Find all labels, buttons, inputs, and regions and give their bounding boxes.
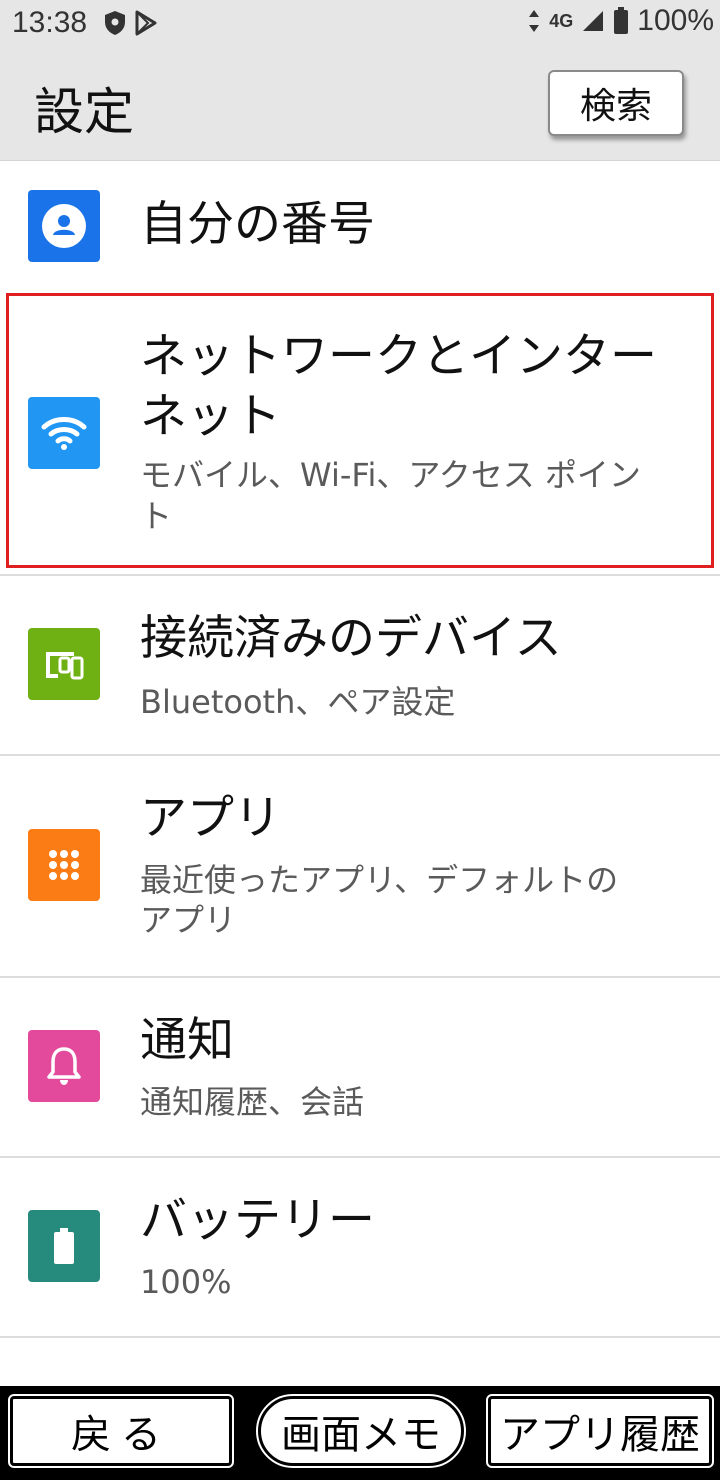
signal-icon [583, 11, 604, 31]
back-button[interactable]: 戻る [8, 1394, 234, 1468]
divider [0, 1336, 720, 1338]
search-button[interactable]: 検索 [548, 70, 684, 136]
settings-item-subtitle: 100% [140, 1263, 232, 1301]
highlight-box [6, 293, 714, 568]
network-type: 4G [549, 10, 574, 31]
settings-item-battery[interactable]: バッテリー 100% [0, 1158, 720, 1336]
bottom-nav-bar: 戻る 画面メモ アプリ履歴 [0, 1386, 720, 1480]
account-icon [42, 204, 86, 248]
status-bar: 13:38 4G 100% [0, 0, 720, 48]
app-history-button[interactable]: アプリ履歴 [486, 1394, 714, 1468]
settings-item-subtitle-cont: アプリ [140, 901, 237, 939]
app-bar: 設定 検索 [0, 48, 720, 161]
settings-item-connected-devices[interactable]: 接続済みのデバイス Bluetooth、ペア設定 [0, 576, 720, 754]
play-store-icon [135, 10, 157, 36]
settings-item-notifications[interactable]: 通知 通知履歴、会話 [0, 978, 720, 1156]
status-time: 13:38 [12, 6, 88, 39]
battery-percent: 100% [637, 4, 714, 37]
settings-item-title: 自分の番号 [140, 197, 375, 252]
settings-item-subtitle: Bluetooth、ペア設定 [140, 683, 456, 721]
settings-item-title: 通知 [140, 1013, 234, 1068]
settings-item-my-number[interactable]: 自分の番号 [0, 162, 720, 290]
battery-icon [54, 1228, 74, 1264]
settings-item-title: 接続済みのデバイス [140, 611, 562, 666]
screen-memo-button[interactable]: 画面メモ [256, 1394, 466, 1468]
apps-icon [49, 850, 79, 880]
data-arrows-icon [529, 10, 540, 32]
settings-item-title: バッテリー [140, 1193, 375, 1248]
settings-item-subtitle: 通知履歴、会話 [140, 1083, 365, 1121]
settings-item-subtitle: 最近使ったアプリ、デフォルトの [140, 861, 619, 899]
settings-item-title: アプリ [140, 791, 281, 846]
settings-item-apps[interactable]: アプリ 最近使ったアプリ、デフォルトの アプリ [0, 756, 720, 976]
shield-icon [105, 11, 125, 35]
page-title: 設定 [34, 83, 134, 141]
devices-icon [46, 652, 84, 680]
battery-icon [614, 7, 629, 34]
bell-icon [47, 1047, 81, 1085]
